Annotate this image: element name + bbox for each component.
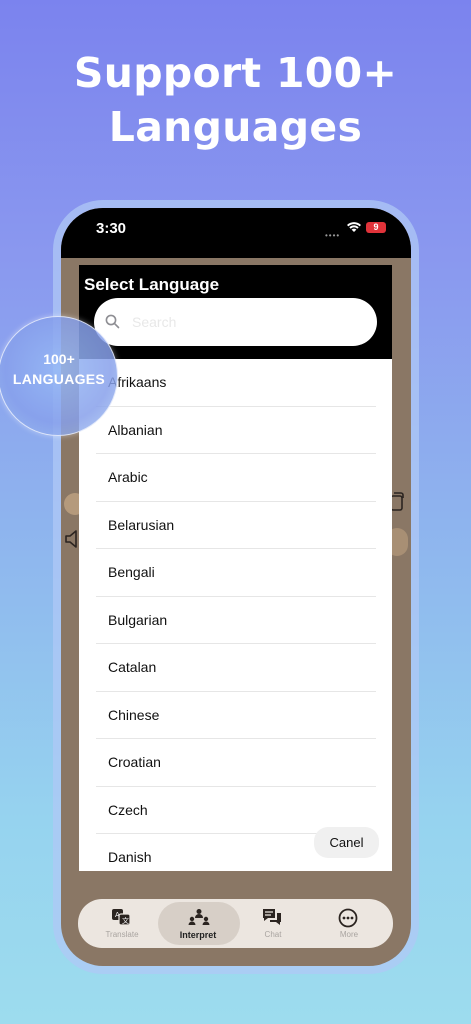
language-item[interactable]: Afrikaans <box>96 359 376 407</box>
tab-label: Interpret <box>179 930 217 940</box>
language-label: Czech <box>108 801 148 818</box>
language-label: Danish <box>108 849 152 865</box>
badge-label: LANGUAGES <box>12 371 106 387</box>
more-icon <box>338 908 358 928</box>
status-bar: 3:30 •••• 9 <box>61 208 411 258</box>
phone-screen: 3:30 •••• 9 Select Language A <box>61 208 411 966</box>
language-label: Albanian <box>108 421 163 438</box>
speaker-icon <box>65 530 77 548</box>
language-item[interactable]: Catalan <box>96 644 376 692</box>
tab-chat[interactable]: Chat <box>233 899 313 948</box>
language-item[interactable]: Bengali <box>96 549 376 597</box>
language-item[interactable]: Bulgarian <box>96 597 376 644</box>
search-input[interactable] <box>132 310 362 334</box>
tab-interpret[interactable]: Interpret <box>158 902 240 945</box>
language-item[interactable]: Chinese <box>96 692 376 739</box>
tab-label: More <box>339 930 359 939</box>
language-select-modal: Select Language Afrikaans Albanian Arabi… <box>79 265 392 871</box>
tab-more[interactable]: More <box>309 899 389 948</box>
language-label: Bulgarian <box>108 611 168 628</box>
svg-text:文: 文 <box>122 916 129 925</box>
tab-label: Translate <box>105 930 139 939</box>
copy-icon <box>390 492 404 511</box>
translate-icon: A 文 <box>112 909 131 926</box>
modal-header: Select Language <box>79 265 392 359</box>
language-item[interactable]: Arabic <box>96 454 376 502</box>
tab-label: Chat <box>264 930 282 939</box>
wifi-icon <box>347 222 361 232</box>
languages-badge: 100+ LANGUAGES <box>0 316 118 436</box>
headline: Support 100+ Languages <box>0 46 471 154</box>
language-label: Catalan <box>108 659 157 675</box>
language-label: Belarusian <box>108 516 175 533</box>
headline-line-1: Support 100+ <box>73 49 398 97</box>
language-label: Arabic <box>108 469 148 485</box>
language-item[interactable]: Belarusian <box>96 502 376 549</box>
language-label: Chinese <box>108 706 160 723</box>
language-label: Croatian <box>108 754 161 770</box>
language-item[interactable]: Albanian <box>96 407 376 454</box>
signal-dots-icon: •••• <box>325 231 341 240</box>
language-item[interactable]: Croatian <box>96 739 376 787</box>
badge-count: 100+ <box>43 351 75 367</box>
interpret-icon <box>188 909 210 925</box>
status-time: 3:30 <box>96 220 127 237</box>
search-icon <box>105 314 120 329</box>
headline-line-2: Languages <box>108 103 363 151</box>
tab-bar: A 文 Translate Interpret Chat More <box>78 899 393 948</box>
svg-text:A: A <box>115 911 120 919</box>
chat-icon <box>263 909 281 925</box>
modal-title: Select Language <box>84 275 220 294</box>
tab-translate[interactable]: A 文 Translate <box>82 899 162 948</box>
cancel-button[interactable]: Canel <box>314 827 379 858</box>
language-list: Afrikaans Albanian Arabic Belarusian Ben… <box>79 359 392 871</box>
language-label: Bengali <box>108 564 155 580</box>
search-box[interactable] <box>94 298 377 346</box>
battery-icon: 9 <box>366 222 386 233</box>
